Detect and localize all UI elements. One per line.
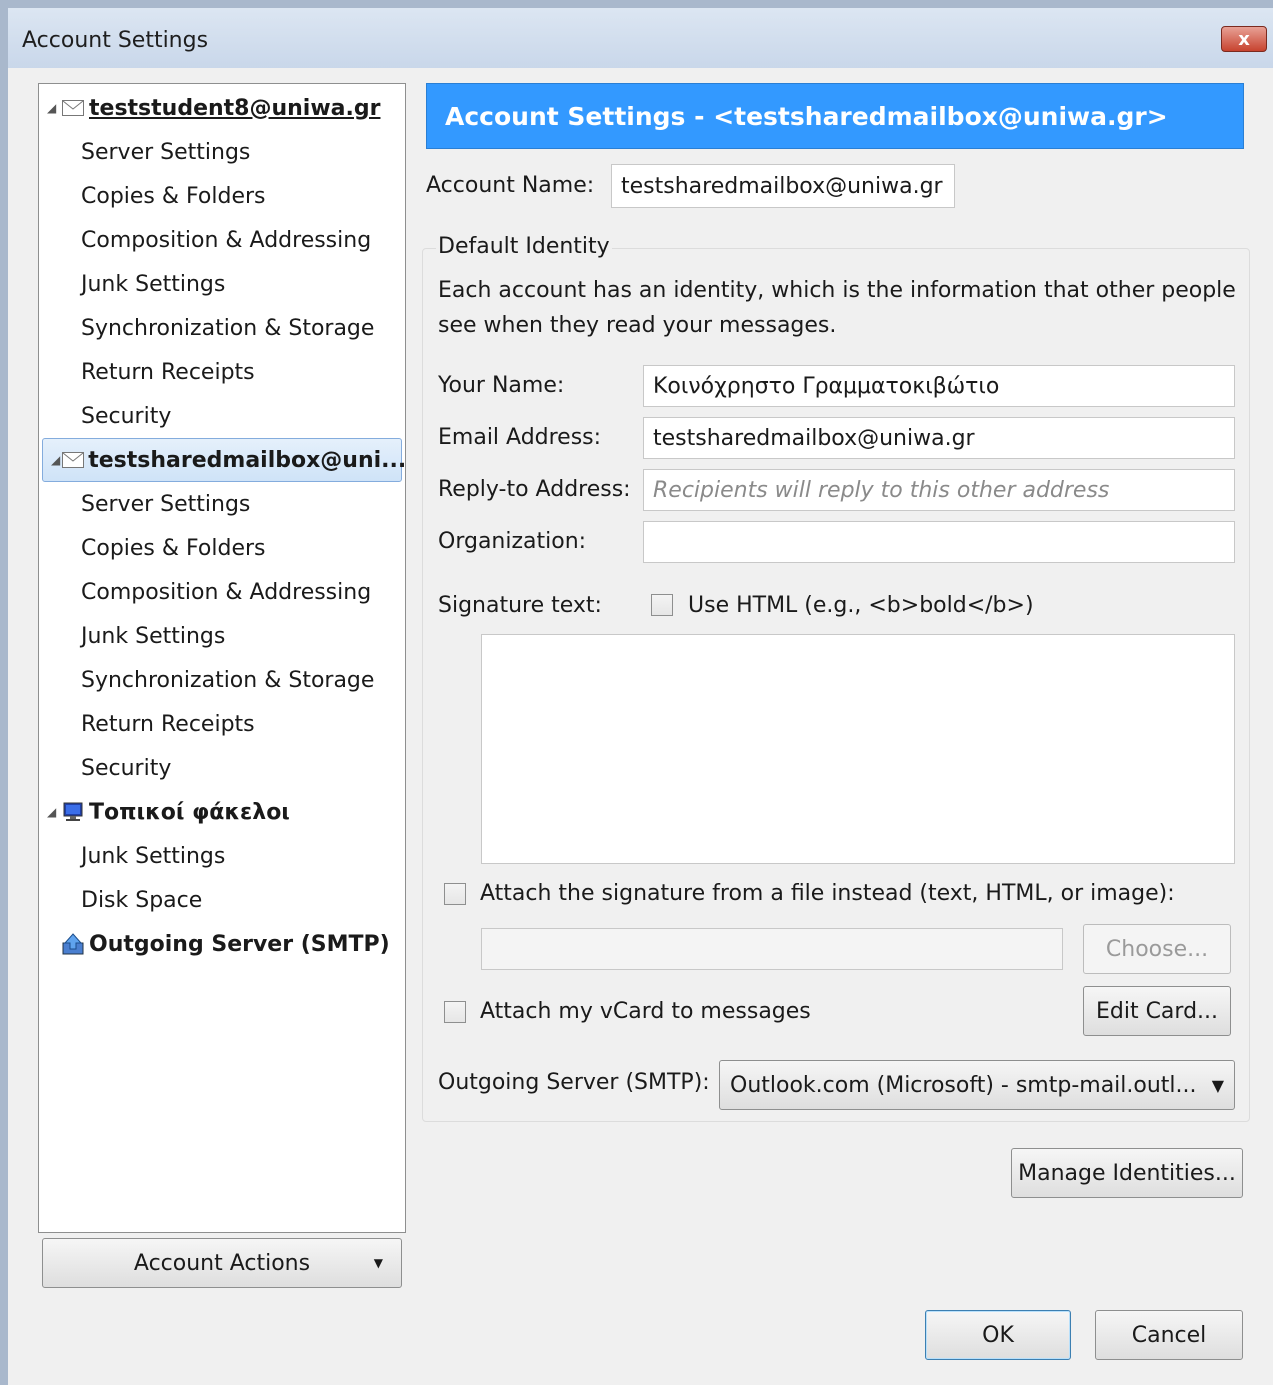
tree-item-label: Τοπικοί φάκελοι [89,799,290,825]
tree-item-label: Junk Settings [81,843,226,869]
tree-item-label: Server Settings [81,139,251,165]
tree-item-server-settings[interactable]: Server Settings [39,130,405,174]
mail-account-icon [62,450,85,470]
tree-item-copies-folders[interactable]: Copies & Folders [39,174,405,218]
tree-item-synchronization[interactable]: Synchronization & Storage [39,306,405,350]
expand-icon[interactable]: ◢ [51,453,60,467]
tree-item-junk-settings[interactable]: Junk Settings [39,834,405,878]
dropdown-arrow-icon: ▼ [1211,1075,1224,1095]
page-header: Account Settings - <testsharedmailbox@un… [426,83,1244,149]
tree-item-label: teststudent8@uniwa.gr [89,95,381,121]
use-html-checkbox[interactable] [651,594,673,616]
tree-item-label: Synchronization & Storage [81,667,375,693]
tree-item-label: Server Settings [81,491,251,517]
tree-item-synchronization[interactable]: Synchronization & Storage [39,658,405,702]
attach-vcard-checkbox[interactable] [444,1001,466,1023]
computer-icon [61,802,85,822]
tree-item-label: Composition & Addressing [81,227,372,253]
outgoing-server-label: Outgoing Server (SMTP): [438,1070,710,1095]
tree-item-server-settings[interactable]: Server Settings [39,482,405,526]
outgoing-server-select[interactable]: Outlook.com (Microsoft) - smtp-mail.outl… [719,1060,1235,1110]
tree-item-composition[interactable]: Composition & Addressing [39,570,405,614]
tree-local-folders[interactable]: ◢ Τοπικοί φάκελοι [39,790,405,834]
choose-file-button[interactable]: Choose... [1083,924,1231,974]
tree-item-label: Copies & Folders [81,183,266,209]
signature-file-path-input[interactable] [481,928,1063,970]
reply-to-label: Reply-to Address: [438,477,631,502]
tree-item-label: Disk Space [81,887,203,913]
signature-textarea[interactable] [481,634,1235,864]
organization-label: Organization: [438,529,587,554]
close-button[interactable]: x [1221,26,1267,52]
account-tree: ◢ teststudent8@uniwa.gr Server Settings … [38,83,406,1233]
ok-button[interactable]: OK [925,1310,1071,1360]
tree-item-disk-space[interactable]: Disk Space [39,878,405,922]
tree-outgoing-server[interactable]: Outgoing Server (SMTP) [39,922,405,966]
tree-item-junk-settings[interactable]: Junk Settings [39,614,405,658]
account-settings-window: Account Settings x ◢ teststudent8@uniwa.… [0,0,1273,1385]
tree-item-security[interactable]: Security [39,746,405,790]
tree-item-label: Junk Settings [81,623,226,649]
tree-item-label: Junk Settings [81,271,226,297]
cancel-button[interactable]: Cancel [1095,1310,1243,1360]
your-name-input[interactable]: Κοινόχρηστο Γραμματοκιβώτιο [643,365,1235,407]
signature-text-label: Signature text: [438,593,602,618]
tree-item-return-receipts[interactable]: Return Receipts [39,350,405,394]
account-name-input[interactable]: testsharedmailbox@uniwa.gr [611,164,955,208]
tree-item-label: Security [81,755,172,781]
tree-item-label: Security [81,403,172,429]
outgoing-server-value: Outlook.com (Microsoft) - smtp-mail.outl… [730,1072,1197,1098]
tree-item-label: Return Receipts [81,359,255,385]
tree-item-label: Composition & Addressing [81,579,372,605]
account-actions-label: Account Actions [133,1250,311,1276]
dropdown-arrow-icon: ▼ [373,1256,383,1270]
reply-to-input[interactable]: Recipients will reply to this other addr… [643,469,1235,511]
close-icon: x [1238,28,1250,50]
your-name-label: Your Name: [438,373,565,398]
tree-item-return-receipts[interactable]: Return Receipts [39,702,405,746]
window-title: Account Settings [22,28,209,53]
use-html-label: Use HTML (e.g., <b>bold</b>) [688,593,1034,618]
email-address-label: Email Address: [438,425,602,450]
attach-vcard-label: Attach my vCard to messages [480,999,811,1024]
tree-item-label: Outgoing Server (SMTP) [89,931,390,957]
attach-signature-file-label: Attach the signature from a file instead… [480,881,1175,906]
title-bar: Account Settings x [8,8,1273,68]
edit-card-button[interactable]: Edit Card... [1083,986,1231,1036]
identity-description-line1: Each account has an identity, which is t… [438,278,1236,303]
tree-item-security[interactable]: Security [39,394,405,438]
expand-icon[interactable]: ◢ [47,805,59,819]
organization-input[interactable] [643,521,1235,563]
email-address-input[interactable]: testsharedmailbox@uniwa.gr [643,417,1235,459]
account-name-label: Account Name: [426,173,595,198]
tree-item-label: Return Receipts [81,711,255,737]
expand-icon[interactable]: ◢ [47,101,59,115]
tree-item-copies-folders[interactable]: Copies & Folders [39,526,405,570]
tree-item-label: Synchronization & Storage [81,315,375,341]
tree-item-label: testsharedmailbox@uni... [88,447,407,473]
tree-item-composition[interactable]: Composition & Addressing [39,218,405,262]
default-identity-legend: Default Identity [436,234,612,259]
tree-item-label: Copies & Folders [81,535,266,561]
manage-identities-button[interactable]: Manage Identities... [1011,1148,1243,1198]
mail-account-icon [61,98,85,118]
attach-signature-file-checkbox[interactable] [444,883,466,905]
tree-item-junk-settings[interactable]: Junk Settings [39,262,405,306]
tree-account-teststudent8[interactable]: ◢ teststudent8@uniwa.gr [39,86,405,130]
identity-description-line2: see when they read your messages. [438,313,837,338]
account-actions-button[interactable]: Account Actions ▼ [42,1238,402,1288]
tree-account-testsharedmailbox[interactable]: ◢ testsharedmailbox@uni... [42,438,406,482]
outgoing-server-icon [61,933,85,955]
